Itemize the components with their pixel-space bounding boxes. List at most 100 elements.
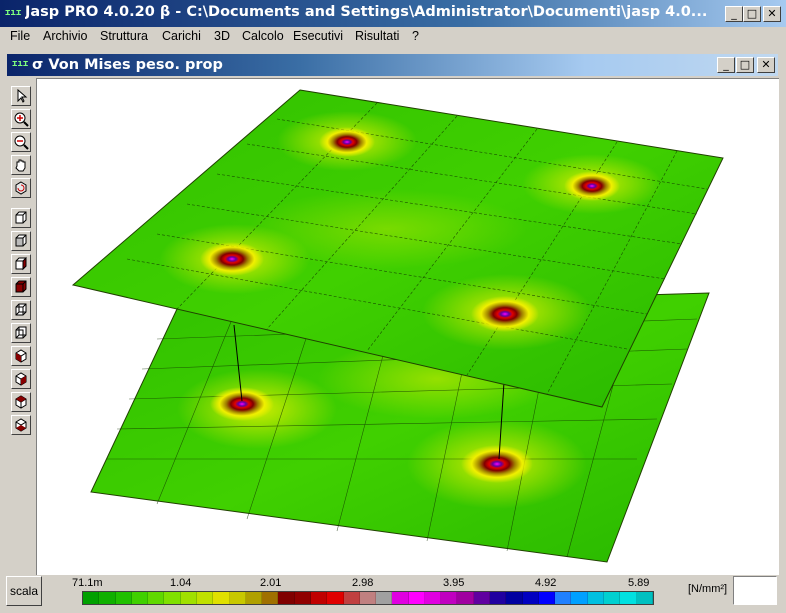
legend-color-swatch xyxy=(522,592,539,604)
pointer-icon xyxy=(17,88,28,103)
pan-button[interactable] xyxy=(11,155,31,175)
legend-color-swatch xyxy=(278,592,295,604)
legend-tick-label: 5.89 xyxy=(628,577,650,589)
view-2-button[interactable] xyxy=(11,231,31,251)
legend-color-swatch xyxy=(180,592,197,604)
close-button[interactable]: ✕ xyxy=(763,6,781,22)
view-cube-4-icon xyxy=(15,280,27,293)
menu-bar: File Archivio Struttura Carichi 3D Calco… xyxy=(0,27,786,46)
legend-color-swatch xyxy=(636,592,653,604)
viewport-3d[interactable] xyxy=(36,78,779,575)
menu-calcolo[interactable]: Calcolo xyxy=(242,29,284,43)
legend-tick-label: 3.95 xyxy=(443,577,465,589)
menu-struttura[interactable]: Struttura xyxy=(100,29,148,43)
legend-color-swatch xyxy=(490,592,507,604)
legend-color-swatch xyxy=(115,592,132,604)
legend-color-swatch xyxy=(196,592,214,604)
legend-color-swatch xyxy=(376,592,393,604)
view-1-button[interactable] xyxy=(11,208,31,228)
view-cube-3-icon xyxy=(15,256,27,271)
zoom-out-icon xyxy=(14,135,29,150)
legend-color-swatch xyxy=(555,592,572,604)
zoom-out-button[interactable] xyxy=(11,132,31,152)
legend-color-swatch xyxy=(359,592,377,604)
legend-color-swatch xyxy=(164,592,181,604)
view-cube-5-icon xyxy=(15,303,27,316)
view-cube-2-icon xyxy=(15,234,27,247)
scale-button[interactable]: scala xyxy=(6,576,42,606)
unit-label: [N/mm²] xyxy=(688,583,728,595)
legend-color-swatch xyxy=(392,592,409,604)
rotate-button[interactable] xyxy=(11,178,31,198)
legend-color-swatch xyxy=(620,592,637,604)
view-8-button[interactable] xyxy=(11,369,31,389)
document-icon: ɪıɪ xyxy=(12,59,29,69)
legend-color-swatch xyxy=(343,592,360,604)
maximize-button[interactable]: □ xyxy=(743,6,761,22)
legend-tick-label: 71.1m xyxy=(72,577,103,589)
legend-color-swatch xyxy=(213,592,230,604)
legend-color-swatch xyxy=(441,592,458,604)
legend-color-swatch xyxy=(131,592,149,604)
menu-3d[interactable]: 3D xyxy=(214,29,230,43)
view-6-button[interactable] xyxy=(11,323,31,343)
view-cube-7-icon xyxy=(15,349,27,363)
legend-color-swatch xyxy=(604,592,621,604)
legend-tick-label: 1.04 xyxy=(170,577,192,589)
menu-file[interactable]: File xyxy=(10,29,30,43)
legend-color-swatch xyxy=(327,592,344,604)
view-4-button[interactable] xyxy=(11,277,31,297)
view-cube-9-icon xyxy=(15,395,27,409)
view-cube-8-icon xyxy=(15,372,27,386)
rotate-icon xyxy=(15,181,27,195)
view-cube-6-icon xyxy=(15,326,27,339)
legend-color-swatch xyxy=(294,592,311,604)
legend-color-swatch xyxy=(229,592,246,604)
legend-color-swatch xyxy=(310,592,328,604)
title-bar: ɪıɪ Jasp PRO 4.0.20 β - C:\Documents and… xyxy=(0,0,786,27)
legend-color-swatch xyxy=(473,592,491,604)
legend-color-swatch xyxy=(83,592,100,604)
legend-color-swatch xyxy=(99,592,116,604)
color-legend-bar xyxy=(82,591,654,605)
legend-color-swatch xyxy=(262,592,279,604)
minimize-button[interactable]: _ xyxy=(725,6,743,22)
view-cube-10-icon xyxy=(15,418,27,432)
legend-color-swatch xyxy=(408,592,425,604)
legend-tick-label: 4.92 xyxy=(535,577,557,589)
pan-hand-icon xyxy=(15,159,26,172)
window-title: Jasp PRO 4.0.20 β - C:\Documents and Set… xyxy=(25,4,708,20)
menu-risultati[interactable]: Risultati xyxy=(355,29,399,43)
document-title-bar: ɪıɪ σ Von Mises peso. prop _ □ ✕ xyxy=(7,54,778,76)
view-3-button[interactable] xyxy=(11,254,31,274)
view-10-button[interactable] xyxy=(11,415,31,435)
left-toolbar xyxy=(7,84,35,574)
legend-color-swatch xyxy=(587,592,604,604)
legend-tick-label: 2.01 xyxy=(260,577,282,589)
document-title: σ Von Mises peso. prop xyxy=(32,57,223,73)
legend-color-swatch xyxy=(424,592,442,604)
zoom-in-button[interactable] xyxy=(11,109,31,129)
menu-help[interactable]: ? xyxy=(412,29,419,43)
legend-color-swatch xyxy=(571,592,588,604)
legend-tick-label: 2.98 xyxy=(352,577,374,589)
legend-color-swatch xyxy=(245,592,263,604)
legend-color-swatch xyxy=(457,592,474,604)
legend-color-swatch xyxy=(506,592,523,604)
app-icon: ɪıɪ xyxy=(5,8,22,18)
doc-restore-button[interactable]: □ xyxy=(736,57,754,73)
view-9-button[interactable] xyxy=(11,392,31,412)
view-5-button[interactable] xyxy=(11,300,31,320)
menu-carichi[interactable]: Carichi xyxy=(162,29,201,43)
doc-close-button[interactable]: ✕ xyxy=(757,57,775,73)
value-readout-box[interactable] xyxy=(733,576,777,605)
menu-esecutivi[interactable]: Esecutivi xyxy=(293,29,343,43)
view-7-button[interactable] xyxy=(11,346,31,366)
zoom-in-icon xyxy=(14,112,29,127)
menu-archivio[interactable]: Archivio xyxy=(43,29,87,43)
view-cube-1-icon xyxy=(15,211,27,224)
pointer-tool-button[interactable] xyxy=(11,86,31,106)
doc-minimize-button[interactable]: _ xyxy=(717,57,735,73)
stress-contour-plot xyxy=(71,89,724,563)
legend-color-swatch xyxy=(148,592,165,604)
